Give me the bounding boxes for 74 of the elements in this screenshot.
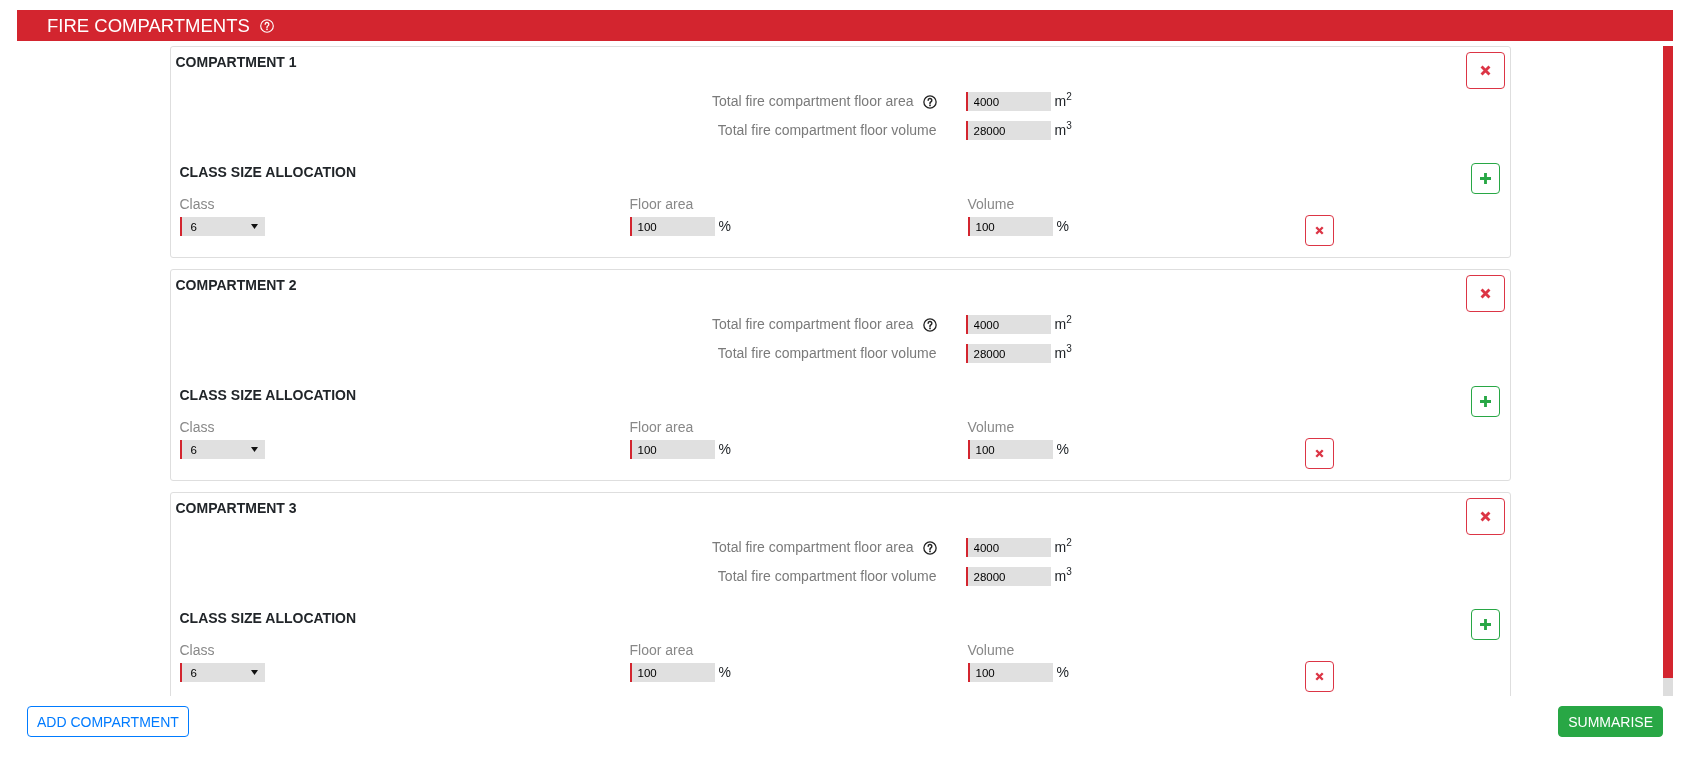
cross-icon — [1479, 65, 1491, 76]
number-field[interactable]: 4000 — [965, 315, 1051, 334]
column-label: Volume — [967, 196, 1015, 213]
column-label: Floor area — [629, 419, 694, 436]
unit-label: m$^{2}$ — [1054, 539, 1072, 556]
cross-icon — [1314, 226, 1324, 235]
plus-icon — [1479, 173, 1491, 184]
number-field[interactable]: 28000 — [965, 567, 1051, 586]
number-field[interactable]: 28000 — [965, 344, 1051, 363]
unit-label: m$^{3}$ — [1054, 568, 1072, 585]
section-title: CLASS SIZE ALLOCATION — [179, 387, 357, 404]
column-label: Volume — [967, 642, 1015, 659]
help-icon[interactable] — [922, 94, 937, 109]
compartment-title: COMPARTMENT 3 — [175, 500, 297, 517]
unit-label: % — [1056, 664, 1069, 681]
caret-icon — [250, 224, 258, 229]
delete-compartment-button[interactable] — [1465, 498, 1505, 535]
number-field[interactable]: 100 — [629, 217, 715, 236]
unit-label: m$^{2}$ — [1054, 93, 1072, 110]
section-title: CLASS SIZE ALLOCATION — [179, 164, 357, 181]
add-class-button[interactable] — [1470, 163, 1500, 194]
caret-icon — [250, 447, 258, 452]
number-field[interactable]: 100 — [967, 663, 1053, 682]
delete-row-button[interactable] — [1304, 661, 1334, 692]
class-dropdown[interactable]: 6 — [179, 217, 265, 236]
column-label: Class — [179, 642, 215, 659]
cross-icon — [1314, 672, 1324, 681]
field-label: Total fire compartment floor volume — [717, 122, 937, 139]
unit-label: % — [718, 664, 731, 681]
delete-row-button[interactable] — [1304, 438, 1334, 469]
plus-icon — [1479, 619, 1491, 630]
help-icon[interactable] — [922, 540, 937, 555]
unit-label: m$^{2}$ — [1054, 316, 1072, 333]
column-label: Floor area — [629, 642, 694, 659]
column-label: Floor area — [629, 196, 694, 213]
unit-label: % — [1056, 441, 1069, 458]
compartment-title: COMPARTMENT 2 — [175, 277, 297, 294]
number-field[interactable]: 4000 — [965, 92, 1051, 111]
add-compartment-button[interactable]: ADD COMPARTMENT — [27, 706, 189, 737]
unit-label: % — [1056, 218, 1069, 235]
unit-label: % — [718, 441, 731, 458]
unit-label: % — [718, 218, 731, 235]
delete-compartment-button[interactable] — [1465, 52, 1505, 89]
number-field[interactable]: 100 — [629, 663, 715, 682]
field-label: Total fire compartment floor volume — [717, 568, 937, 585]
plus-icon — [1479, 396, 1491, 407]
add-class-button[interactable] — [1470, 386, 1500, 417]
number-field[interactable]: 4000 — [965, 538, 1051, 557]
delete-row-button[interactable] — [1304, 215, 1334, 246]
class-dropdown[interactable]: 6 — [179, 663, 265, 682]
help-icon[interactable] — [922, 317, 937, 332]
field-label: Total fire compartment floor area — [711, 316, 914, 333]
number-field[interactable]: 28000 — [965, 121, 1051, 140]
page-title: FIRE COMPARTMENTS — [47, 14, 250, 37]
cross-icon — [1314, 449, 1324, 458]
column-label: Class — [179, 419, 215, 436]
compartment-title: COMPARTMENT 1 — [175, 54, 297, 71]
unit-label: m$^{3}$ — [1054, 345, 1072, 362]
number-field[interactable]: 100 — [967, 217, 1053, 236]
field-label: Total fire compartment floor area — [711, 93, 914, 110]
number-field[interactable]: 100 — [629, 440, 715, 459]
field-label: Total fire compartment floor area — [711, 539, 914, 556]
field-label: Total fire compartment floor volume — [717, 345, 937, 362]
unit-label: m$^{3}$ — [1054, 122, 1072, 139]
delete-compartment-button[interactable] — [1465, 275, 1505, 312]
add-class-button[interactable] — [1470, 609, 1500, 640]
class-dropdown[interactable]: 6 — [179, 440, 265, 459]
column-label: Volume — [967, 419, 1015, 436]
section-title: CLASS SIZE ALLOCATION — [179, 610, 357, 627]
column-label: Class — [179, 196, 215, 213]
caret-icon — [250, 670, 258, 675]
number-field[interactable]: 100 — [967, 440, 1053, 459]
cross-icon — [1479, 511, 1491, 522]
cross-icon — [1479, 288, 1491, 299]
